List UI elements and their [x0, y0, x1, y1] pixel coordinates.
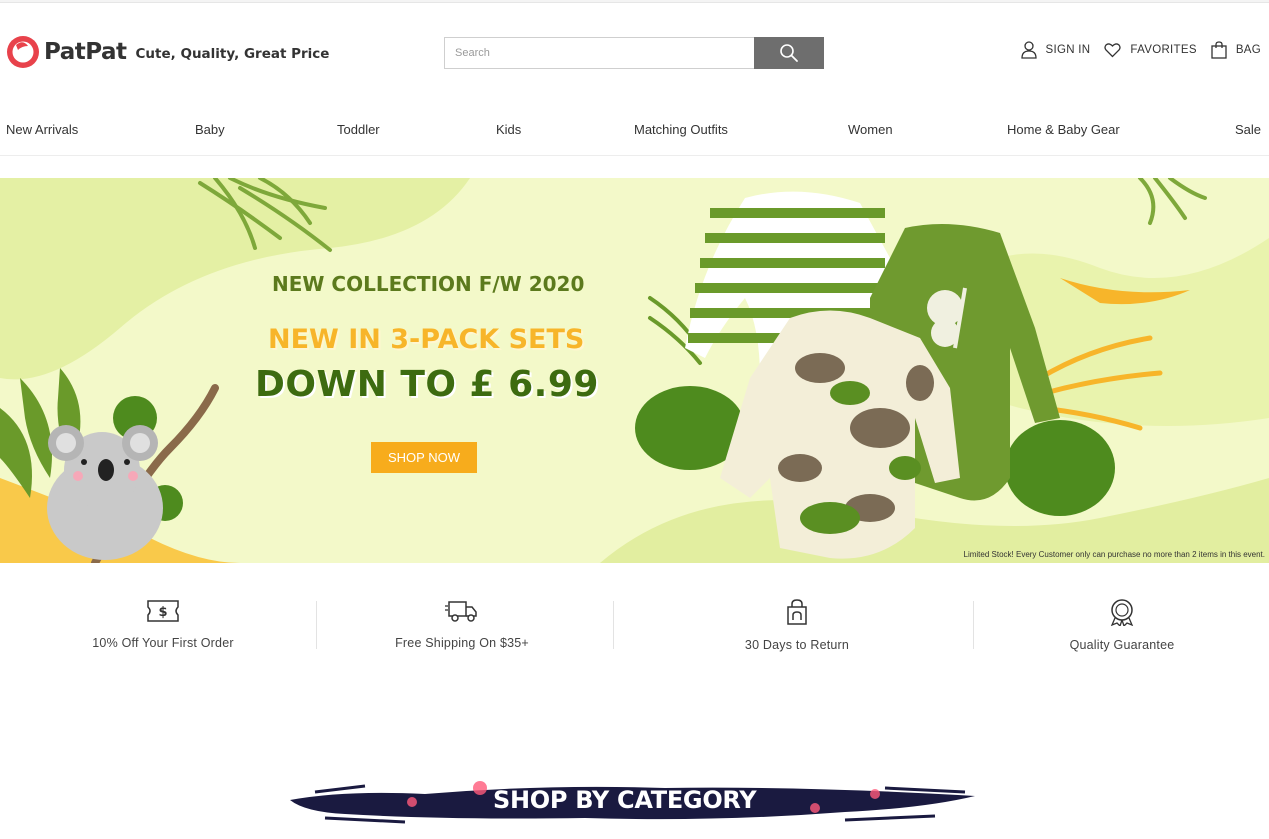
nav-baby[interactable]: Baby [195, 122, 225, 137]
search-bar [444, 37, 824, 69]
bag-label: BAG [1235, 44, 1261, 56]
nav-toddler[interactable]: Toddler [337, 122, 380, 137]
logo-text: PatPat [44, 39, 127, 65]
nav-women[interactable]: Women [848, 122, 893, 137]
feature-strip: $ 10% Off Your First Order Free Shipping… [0, 588, 1269, 668]
svg-text:$: $ [158, 605, 167, 620]
nav-new-arrivals[interactable]: New Arrivals [6, 122, 78, 137]
search-button[interactable] [754, 37, 824, 69]
sign-in-label: SIGN IN [1045, 44, 1091, 56]
shop-by-category-header: SHOP BY CATEGORY [285, 772, 985, 832]
feature-quality: Quality Guarantee [972, 598, 1269, 652]
banner-headline: NEW IN 3-PACK SETS [268, 324, 585, 355]
truck-icon [445, 601, 477, 622]
feature-first-order: $ 10% Off Your First Order [13, 598, 313, 650]
banner-note: Limited Stock! Every Customer only can p… [963, 550, 1265, 559]
nav-matching-outfits[interactable]: Matching Outfits [634, 122, 728, 137]
main-nav: New Arrivals Baby Toddler Kids Matching … [0, 108, 1269, 156]
shop-now-button[interactable]: SHOP NOW [371, 442, 477, 473]
tagline: Cute, Quality, Great Price [135, 45, 330, 62]
feature-returns: 30 Days to Return [647, 598, 947, 652]
feature-label: 10% Off Your First Order [92, 636, 234, 650]
search-icon [780, 44, 798, 62]
favorites-link[interactable]: FAVORITES [1104, 42, 1197, 58]
hero-banner[interactable]: NEW COLLECTION F/W 2020 NEW IN 3-PACK SE… [0, 178, 1269, 563]
bag-link[interactable]: BAG [1211, 41, 1261, 59]
patpat-logo-icon [7, 36, 39, 68]
favorites-label: FAVORITES [1130, 44, 1197, 56]
banner-subtitle: NEW COLLECTION F/W 2020 [272, 272, 585, 296]
search-input[interactable] [444, 37, 754, 69]
return-bag-icon [787, 599, 807, 625]
badge-icon [1110, 599, 1134, 626]
feature-divider [613, 601, 614, 649]
logo[interactable]: PatPat Cute, Quality, Great Price [6, 35, 329, 69]
banner-price: DOWN TO £ 6.99 [255, 364, 599, 405]
nav-sale[interactable]: Sale [1235, 122, 1261, 137]
coupon-icon: $ [147, 600, 179, 622]
sign-in-link[interactable]: SIGN IN [1020, 41, 1091, 59]
banner-artwork [0, 178, 1269, 563]
feature-label: Free Shipping On $35+ [395, 636, 529, 650]
heart-icon [1104, 43, 1122, 58]
bag-icon [1211, 41, 1227, 59]
site-header: PatPat Cute, Quality, Great Price SIGN I… [0, 3, 1269, 93]
user-icon [1020, 41, 1037, 59]
shop-by-category-title: SHOP BY CATEGORY [493, 786, 757, 814]
feature-label: Quality Guarantee [1069, 638, 1175, 652]
feature-label: 30 Days to Return [744, 638, 850, 652]
nav-home-baby-gear[interactable]: Home & Baby Gear [1007, 122, 1120, 137]
account-links: SIGN IN FAVORITES BAG [1007, 41, 1262, 59]
feature-free-shipping: Free Shipping On $35+ [312, 598, 612, 650]
nav-kids[interactable]: Kids [496, 122, 521, 137]
